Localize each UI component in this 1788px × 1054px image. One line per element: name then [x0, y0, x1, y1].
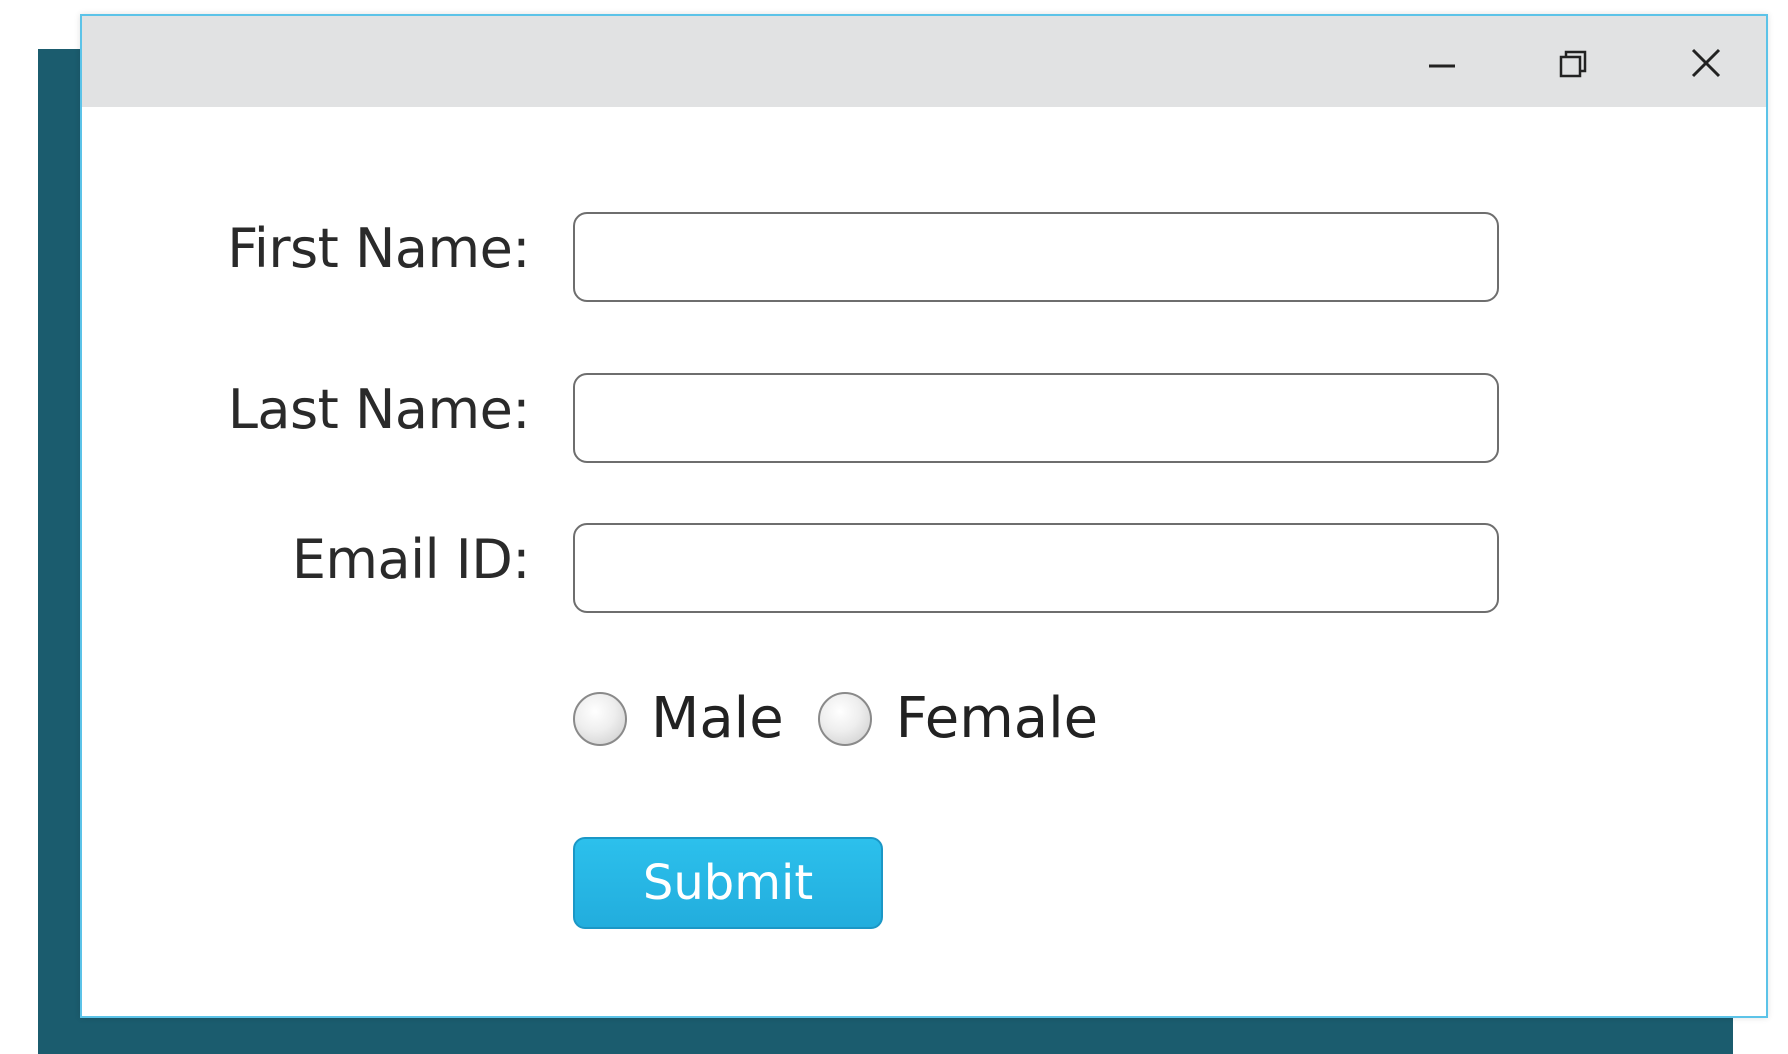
minimize-button[interactable]: [1382, 16, 1502, 107]
title-bar: [82, 16, 1766, 107]
close-icon: [1691, 48, 1721, 78]
screen: First Name: Last Name: Email ID: Male Fe…: [0, 0, 1788, 1054]
male-radio-button[interactable]: [573, 692, 627, 746]
close-button[interactable]: [1646, 16, 1766, 107]
gender-radio-group: Male Female: [573, 686, 1098, 752]
restore-icon: [1559, 50, 1587, 78]
male-radio-label: Male: [651, 686, 784, 751]
first-name-input[interactable]: [573, 212, 1499, 302]
female-radio-option[interactable]: Female: [817, 686, 1099, 751]
last-name-input[interactable]: [573, 373, 1499, 463]
female-radio-button[interactable]: [817, 692, 872, 746]
app-window: First Name: Last Name: Email ID: Male Fe…: [80, 14, 1768, 1018]
restore-button[interactable]: [1514, 16, 1634, 107]
last-name-label: Last Name:: [227, 378, 531, 441]
minimize-icon: [1429, 64, 1455, 68]
female-radio-label: Female: [895, 686, 1099, 751]
first-name-label: First Name:: [227, 217, 530, 280]
email-input[interactable]: [573, 523, 1499, 613]
male-radio-option[interactable]: Male: [573, 691, 818, 747]
email-label: Email ID:: [291, 528, 531, 591]
submit-button[interactable]: Submit: [573, 837, 883, 929]
